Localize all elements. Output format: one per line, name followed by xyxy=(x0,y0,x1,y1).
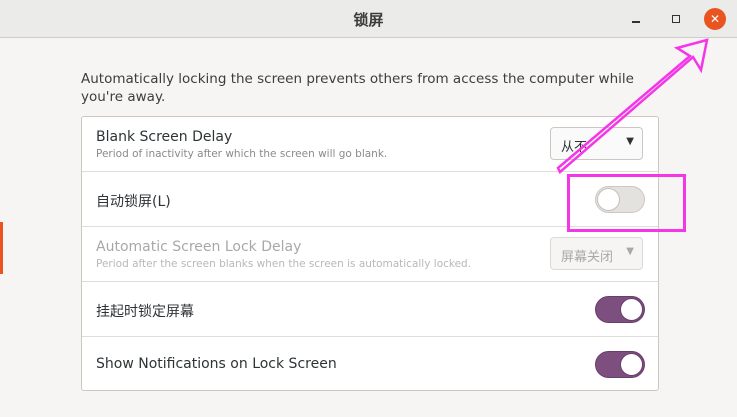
annotation-arrow xyxy=(556,38,709,174)
annotation-arrow-shape xyxy=(556,38,709,174)
